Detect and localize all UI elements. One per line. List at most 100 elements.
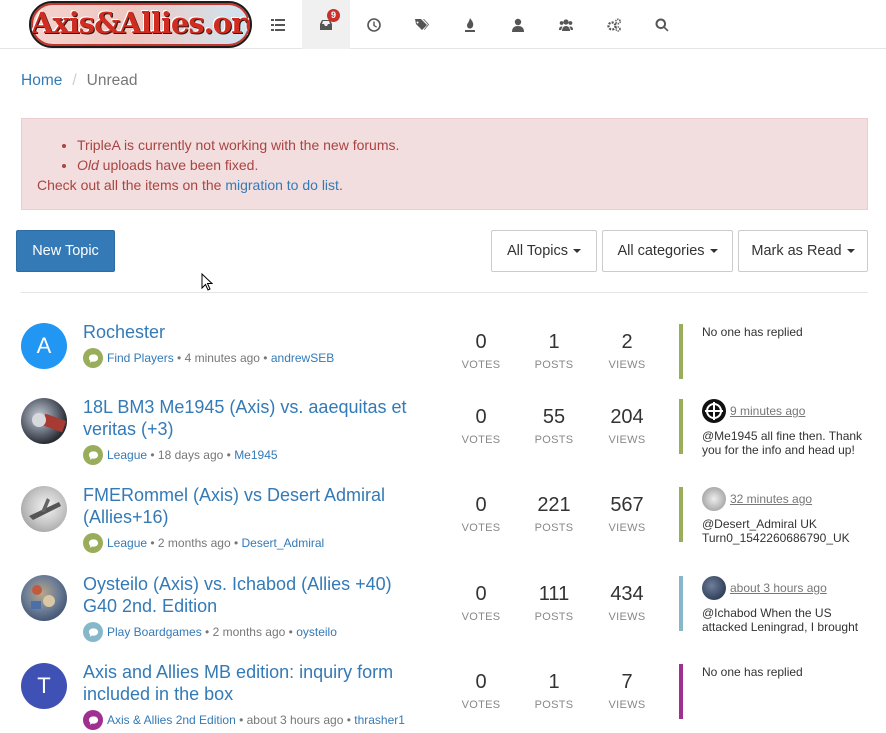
votes-stat: 0 VOTES — [451, 582, 511, 623]
author-link[interactable]: oysteilo — [296, 625, 337, 639]
category-link[interactable]: League — [107, 536, 147, 550]
teaser-header: about 3 hours ago — [702, 576, 872, 600]
teaser-avatar[interactable] — [702, 399, 726, 423]
teaser-text: @Me1945 all fine then. Thank you for the… — [702, 429, 863, 457]
nav-unread-icon[interactable]: 9 — [302, 0, 350, 49]
alert-item: Old uploads have been fixed. — [77, 155, 852, 175]
topic-title-link[interactable]: 18L BM3 Me1945 (Axis) vs. aaequitas et v… — [83, 396, 423, 440]
category-color-bar — [679, 576, 683, 631]
views-stat: 204 VIEWS — [597, 405, 657, 446]
category-chat-icon — [83, 533, 103, 553]
all-topics-dropdown[interactable]: All Topics — [491, 230, 597, 272]
votes-count: 0 — [475, 406, 487, 428]
breadcrumb: Home / Unread — [21, 72, 138, 90]
nav-popular-icon[interactable] — [446, 0, 494, 49]
category-link[interactable]: Axis & Allies 2nd Edition — [107, 713, 236, 727]
avatar-image — [32, 413, 67, 433]
nav-admin-cogs-icon[interactable] — [590, 0, 638, 49]
site-logo[interactable]: Axis&Allies.org — [29, 1, 252, 48]
teaser-time-link[interactable]: 32 minutes ago — [730, 492, 812, 506]
announcement-alert: TripleA is currently not working with th… — [21, 118, 868, 210]
top-navbar: Axis&Allies.org 9 — [0, 0, 886, 49]
logo-text: Axis&Allies.org — [31, 6, 252, 40]
nav-search-icon[interactable] — [638, 0, 686, 49]
teaser: about 3 hours ago @Ichabod When the US a… — [702, 576, 872, 634]
breadcrumb-home-link[interactable]: Home — [21, 72, 62, 89]
new-topic-button[interactable]: New Topic — [16, 230, 115, 272]
topic-title-link[interactable]: FMERommel (Axis) vs Desert Admiral (Alli… — [83, 484, 423, 528]
topic-meta: League • 18 days ago • Me1945 — [83, 445, 278, 465]
votes-label: VOTES — [461, 434, 501, 446]
avatar[interactable] — [21, 486, 67, 532]
teaser-no-reply: No one has replied — [702, 325, 803, 339]
category-color-bar — [679, 664, 683, 719]
teaser-text: @Desert_Admiral UK Turn0_1542260686790_U… — [702, 517, 850, 545]
avatar[interactable]: T — [21, 663, 67, 709]
nav-categories-icon[interactable] — [254, 0, 302, 49]
votes-label: VOTES — [461, 699, 501, 711]
teaser-header: 32 minutes ago — [702, 487, 872, 511]
topic-title-link[interactable]: Axis and Allies MB edition: inquiry form… — [83, 661, 423, 705]
alert-footer-suffix: . — [338, 177, 343, 193]
breadcrumb-current: Unread — [86, 72, 138, 89]
nav-groups-icon[interactable] — [542, 0, 590, 49]
topic-meta: Axis & Allies 2nd Edition • about 3 hour… — [83, 710, 405, 730]
posts-count: 55 — [542, 406, 566, 428]
teaser-header: 9 minutes ago — [702, 399, 872, 423]
topic-title-link[interactable]: Rochester — [83, 321, 423, 343]
alert-footer-prefix: Check out all the items on the — [37, 177, 226, 193]
teaser: 32 minutes ago @Desert_Admiral UK Turn0_… — [702, 487, 872, 545]
views-stat: 567 VIEWS — [597, 493, 657, 534]
topic-time: 18 days ago — [157, 448, 224, 462]
teaser-avatar[interactable] — [702, 487, 726, 511]
posts-count: 1 — [548, 671, 560, 693]
posts-label: POSTS — [534, 611, 574, 623]
nav-tags-icon[interactable] — [398, 0, 446, 49]
nav-recent-icon[interactable] — [350, 0, 398, 49]
teaser-time-link[interactable]: about 3 hours ago — [730, 581, 827, 595]
posts-stat: 221 POSTS — [524, 493, 584, 534]
alert-emphasis: Old — [77, 157, 99, 173]
topic-title-link[interactable]: Oysteilo (Axis) vs. Ichabod (Allies +40)… — [83, 573, 423, 617]
breadcrumb-separator: / — [72, 72, 77, 89]
author-link[interactable]: thrasher1 — [354, 713, 405, 727]
category-link[interactable]: Play Boardgames — [107, 625, 202, 639]
unread-count-badge: 9 — [327, 9, 341, 22]
topic-time: 2 months ago — [212, 625, 286, 639]
teaser-avatar[interactable] — [702, 576, 726, 600]
votes-label: VOTES — [461, 359, 501, 371]
all-topics-label: All Topics — [507, 243, 568, 259]
avatar[interactable]: A — [21, 323, 67, 369]
views-label: VIEWS — [608, 699, 646, 711]
views-count: 2 — [621, 331, 633, 353]
views-stat: 2 VIEWS — [597, 330, 657, 371]
author-link[interactable]: Desert_Admiral — [242, 536, 325, 550]
votes-stat: 0 VOTES — [451, 405, 511, 446]
avatar[interactable] — [21, 398, 67, 444]
mark-as-read-dropdown[interactable]: Mark as Read — [738, 230, 868, 272]
views-count: 7 — [621, 671, 633, 693]
teaser-time-link[interactable]: 9 minutes ago — [730, 404, 805, 418]
views-label: VIEWS — [608, 522, 646, 534]
all-categories-dropdown[interactable]: All categories — [602, 230, 733, 272]
category-link[interactable]: League — [107, 448, 147, 462]
votes-stat: 0 VOTES — [451, 670, 511, 711]
posts-count: 221 — [537, 494, 571, 516]
avatar[interactable] — [21, 575, 67, 621]
caret-down-icon — [846, 249, 855, 253]
avatar-image — [29, 498, 61, 520]
posts-stat: 111 POSTS — [524, 582, 584, 623]
votes-count: 0 — [475, 671, 487, 693]
votes-label: VOTES — [461, 611, 501, 623]
author-link[interactable]: andrewSEB — [271, 351, 334, 365]
views-label: VIEWS — [608, 434, 646, 446]
mark-as-read-label: Mark as Read — [751, 243, 842, 259]
posts-stat: 1 POSTS — [524, 330, 584, 371]
migration-todo-link[interactable]: migration to do list — [225, 177, 339, 193]
caret-down-icon — [572, 249, 581, 253]
category-link[interactable]: Find Players — [107, 351, 174, 365]
views-count: 567 — [610, 494, 644, 516]
author-link[interactable]: Me1945 — [234, 448, 277, 462]
views-label: VIEWS — [608, 359, 646, 371]
nav-users-icon[interactable] — [494, 0, 542, 49]
